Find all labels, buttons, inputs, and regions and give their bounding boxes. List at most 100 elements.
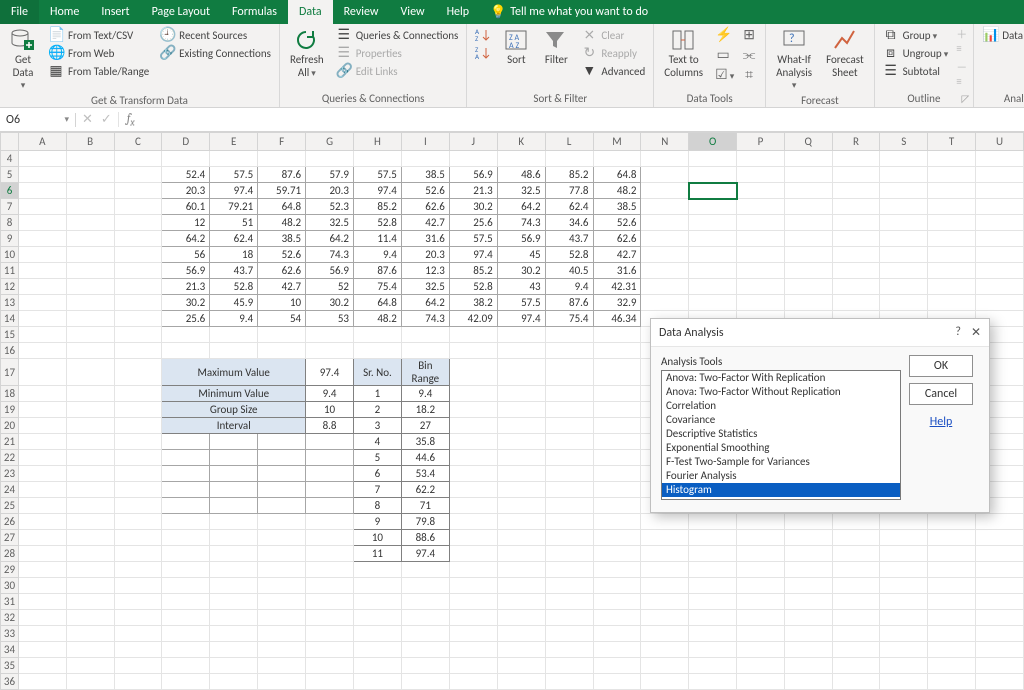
cell-S12[interactable] <box>880 279 928 295</box>
cell-Q6[interactable] <box>784 183 832 199</box>
cell-U36[interactable] <box>976 674 1024 690</box>
cell-D26[interactable] <box>162 514 210 530</box>
cell-A36[interactable] <box>18 674 66 690</box>
cell-H36[interactable] <box>353 674 401 690</box>
cell-D15[interactable] <box>162 327 210 343</box>
cell-M11[interactable]: 31.6 <box>593 263 641 279</box>
cell-I18[interactable]: 9.4 <box>401 386 449 402</box>
cell-S34[interactable] <box>880 642 928 658</box>
cell-F31[interactable] <box>258 594 306 610</box>
cell-L25[interactable] <box>545 498 593 514</box>
cell-F26[interactable] <box>258 514 306 530</box>
cell-S13[interactable] <box>880 295 928 311</box>
cell-L11[interactable]: 40.5 <box>545 263 593 279</box>
cell-S29[interactable] <box>880 562 928 578</box>
cell-Q13[interactable] <box>784 295 832 311</box>
group-button[interactable]: ⧉Group <box>881 26 951 44</box>
cell-B14[interactable] <box>66 311 114 327</box>
cell-C35[interactable] <box>114 658 162 674</box>
cell-D9[interactable]: 64.2 <box>162 231 210 247</box>
cell-F8[interactable]: 48.2 <box>258 215 306 231</box>
tab-file[interactable]: File <box>0 0 39 24</box>
cell-N29[interactable] <box>641 562 689 578</box>
cell-T32[interactable] <box>928 610 976 626</box>
cell-L30[interactable] <box>545 578 593 594</box>
analysis-tool-option[interactable]: Covariance <box>662 413 900 427</box>
cell-T29[interactable] <box>928 562 976 578</box>
cell-N32[interactable] <box>641 610 689 626</box>
tab-page-layout[interactable]: Page Layout <box>141 0 221 24</box>
cell-D13[interactable]: 30.2 <box>162 295 210 311</box>
cell-G5[interactable]: 57.9 <box>306 167 354 183</box>
cell-G31[interactable] <box>306 594 354 610</box>
cell-N6[interactable] <box>641 183 689 199</box>
cell-S32[interactable] <box>880 610 928 626</box>
cell-C24[interactable] <box>114 482 162 498</box>
cell-H6[interactable]: 97.4 <box>353 183 401 199</box>
cell-C8[interactable] <box>114 215 162 231</box>
cell-G30[interactable] <box>306 578 354 594</box>
cell-A19[interactable] <box>18 402 66 418</box>
cell-J36[interactable] <box>449 674 497 690</box>
tab-view[interactable]: View <box>390 0 436 24</box>
tab-review[interactable]: Review <box>333 0 390 24</box>
cell-K8[interactable]: 74.3 <box>497 215 545 231</box>
cell-M32[interactable] <box>593 610 641 626</box>
cell-F24[interactable] <box>258 482 306 498</box>
cell-I19[interactable]: 18.2 <box>401 402 449 418</box>
cell-J19[interactable] <box>449 402 497 418</box>
cell-K29[interactable] <box>497 562 545 578</box>
cell-O35[interactable] <box>689 658 737 674</box>
cell-G18[interactable]: 9.4 <box>306 386 354 402</box>
cell-Q26[interactable] <box>784 514 832 530</box>
cell-M6[interactable]: 48.2 <box>593 183 641 199</box>
cell-C14[interactable] <box>114 311 162 327</box>
analysis-tool-option[interactable]: Moving Average <box>662 497 900 500</box>
cell-Q31[interactable] <box>784 594 832 610</box>
cell-J22[interactable] <box>449 450 497 466</box>
cell-R10[interactable] <box>832 247 880 263</box>
cell-E21[interactable] <box>210 434 258 450</box>
tab-insert[interactable]: Insert <box>90 0 140 24</box>
cell-A27[interactable] <box>18 530 66 546</box>
cell-B30[interactable] <box>66 578 114 594</box>
cell-C30[interactable] <box>114 578 162 594</box>
cell-E5[interactable]: 57.5 <box>210 167 258 183</box>
cell-A6[interactable] <box>18 183 66 199</box>
cell-G21[interactable] <box>306 434 354 450</box>
cell-L21[interactable] <box>545 434 593 450</box>
cell-P12[interactable] <box>737 279 785 295</box>
cell-K14[interactable]: 97.4 <box>497 311 545 327</box>
cell-I32[interactable] <box>401 610 449 626</box>
cell-I24[interactable]: 62.2 <box>401 482 449 498</box>
cell-Q32[interactable] <box>784 610 832 626</box>
cell-F11[interactable]: 62.6 <box>258 263 306 279</box>
cell-K10[interactable]: 45 <box>497 247 545 263</box>
cell-G32[interactable] <box>306 610 354 626</box>
cell-B29[interactable] <box>66 562 114 578</box>
cell-A24[interactable] <box>18 482 66 498</box>
cell-K18[interactable] <box>497 386 545 402</box>
cell-B25[interactable] <box>66 498 114 514</box>
cell-U9[interactable] <box>976 231 1024 247</box>
cell-C23[interactable] <box>114 466 162 482</box>
cell-G16[interactable] <box>306 343 354 359</box>
cell-L29[interactable] <box>545 562 593 578</box>
cell-E25[interactable] <box>210 498 258 514</box>
cell-E24[interactable] <box>210 482 258 498</box>
cell-R35[interactable] <box>832 658 880 674</box>
cell-F32[interactable] <box>258 610 306 626</box>
cell-C4[interactable] <box>114 151 162 167</box>
cell-U8[interactable] <box>976 215 1024 231</box>
cell-J8[interactable]: 25.6 <box>449 215 497 231</box>
cell-T27[interactable] <box>928 530 976 546</box>
cell-O28[interactable] <box>689 546 737 562</box>
cell-T4[interactable] <box>928 151 976 167</box>
cell-H8[interactable]: 52.8 <box>353 215 401 231</box>
ungroup-button[interactable]: ⧈Ungroup <box>881 44 951 62</box>
cell-K33[interactable] <box>497 626 545 642</box>
cell-G10[interactable]: 74.3 <box>306 247 354 263</box>
cell-C19[interactable] <box>114 402 162 418</box>
cell-R26[interactable] <box>832 514 880 530</box>
cell-U4[interactable] <box>976 151 1024 167</box>
